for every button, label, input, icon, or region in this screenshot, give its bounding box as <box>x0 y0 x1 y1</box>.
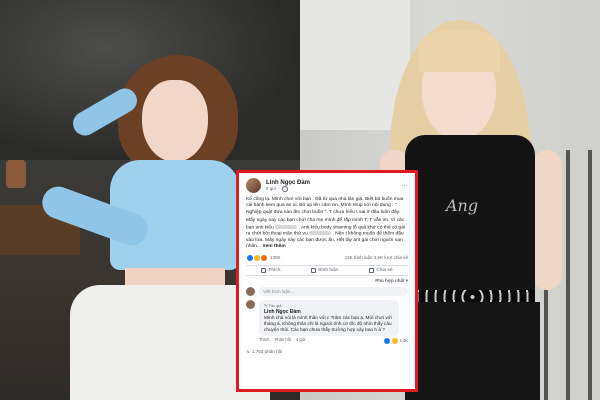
viewer-avatar <box>246 286 255 296</box>
right-woman-black-pants <box>405 302 540 400</box>
right-woman-black-top <box>405 135 535 305</box>
right-woman-right-arm <box>532 150 562 290</box>
post-meta: 5 giờ · <box>266 185 310 192</box>
post-paragraph-2: Mấy ngày nay các bạn chửi cha mẹ mình để… <box>246 218 406 250</box>
comment-footer: Thích Phản hồi 4 giờ 1,4K <box>246 336 408 345</box>
like-reaction-icon <box>383 336 392 345</box>
shares-count[interactable]: 3,6K lượt chia sẻ <box>374 255 408 260</box>
reaction-count[interactable]: 130K <box>270 255 281 260</box>
post-paragraph-1: Kể cũng lạ. Mình chơi với bạn . Đã từ qu… <box>246 197 404 215</box>
post-actions: Thích Bình luận Chia sẻ <box>246 264 408 276</box>
globe-icon <box>281 185 288 192</box>
jar <box>6 160 26 188</box>
comments-count[interactable]: 12K bình luận <box>345 255 373 260</box>
redacted-text <box>275 224 298 229</box>
more-options-icon[interactable]: ··· <box>401 182 408 189</box>
comment-reactions[interactable]: 1,4K <box>383 336 408 345</box>
speech-bubble-icon <box>311 267 317 273</box>
redacted-text <box>309 231 332 236</box>
haha-reaction-icon <box>391 336 400 345</box>
comment-time: 4 giờ <box>296 336 306 342</box>
see-more-link[interactable]: Xem thêm <box>262 244 285 249</box>
chevron-down-icon: ▾ <box>405 277 408 283</box>
author-name[interactable]: Linh Ngọc Đàm <box>266 180 310 186</box>
left-woman-face <box>142 80 208 162</box>
author-avatar[interactable] <box>246 178 261 193</box>
thumbs-up-icon <box>261 267 267 273</box>
angry-reaction-icon <box>260 253 268 262</box>
comment-button[interactable]: Bình luận <box>311 267 339 273</box>
right-woman-bangs <box>418 30 500 72</box>
author-comment: ✎ Tác giả Linh Ngọc Đàm Mình chả nói là … <box>246 299 408 336</box>
post-header: Linh Ngọc Đàm 5 giờ · ··· <box>246 178 408 193</box>
share-arrow-icon <box>369 267 375 273</box>
comment-input[interactable] <box>259 286 408 296</box>
post-body: Kể cũng lạ. Mình chơi với bạn . Đã từ qu… <box>246 197 408 251</box>
comment-bubble: ✎ Tác giả Linh Ngọc Đàm Mình chả nói là … <box>259 299 399 336</box>
facebook-post-screenshot: Linh Ngọc Đàm 5 giờ · ··· Kể cũng lạ. Mì… <box>236 170 418 392</box>
comment-author-avatar[interactable] <box>246 299 255 309</box>
share-button[interactable]: Chia sẻ <box>369 267 393 273</box>
shirt-script-print: Ang <box>446 196 479 215</box>
post-stats: 130K 12K bình luận 3,6K lượt chia sẻ <box>246 253 408 262</box>
like-button[interactable]: Thích <box>261 267 280 273</box>
comment-composer <box>246 286 408 296</box>
comments-shares-count: 12K bình luận 3,6K lượt chia sẻ <box>345 255 408 260</box>
reply-arrow-icon: ↳ <box>246 348 250 354</box>
comment-text: Mình chả nói là mình thân với c Trâm các… <box>264 314 392 332</box>
comment-reply-link[interactable]: Phản hồi <box>274 337 291 345</box>
post-time[interactable]: 5 giờ <box>266 186 276 191</box>
comment-sort-dropdown[interactable]: Phù hợp nhất ▾ <box>246 278 408 284</box>
replies-link[interactable]: ↳ 1.763 phản hồi <box>246 349 408 355</box>
comment-like-link[interactable]: Thích <box>259 337 269 345</box>
